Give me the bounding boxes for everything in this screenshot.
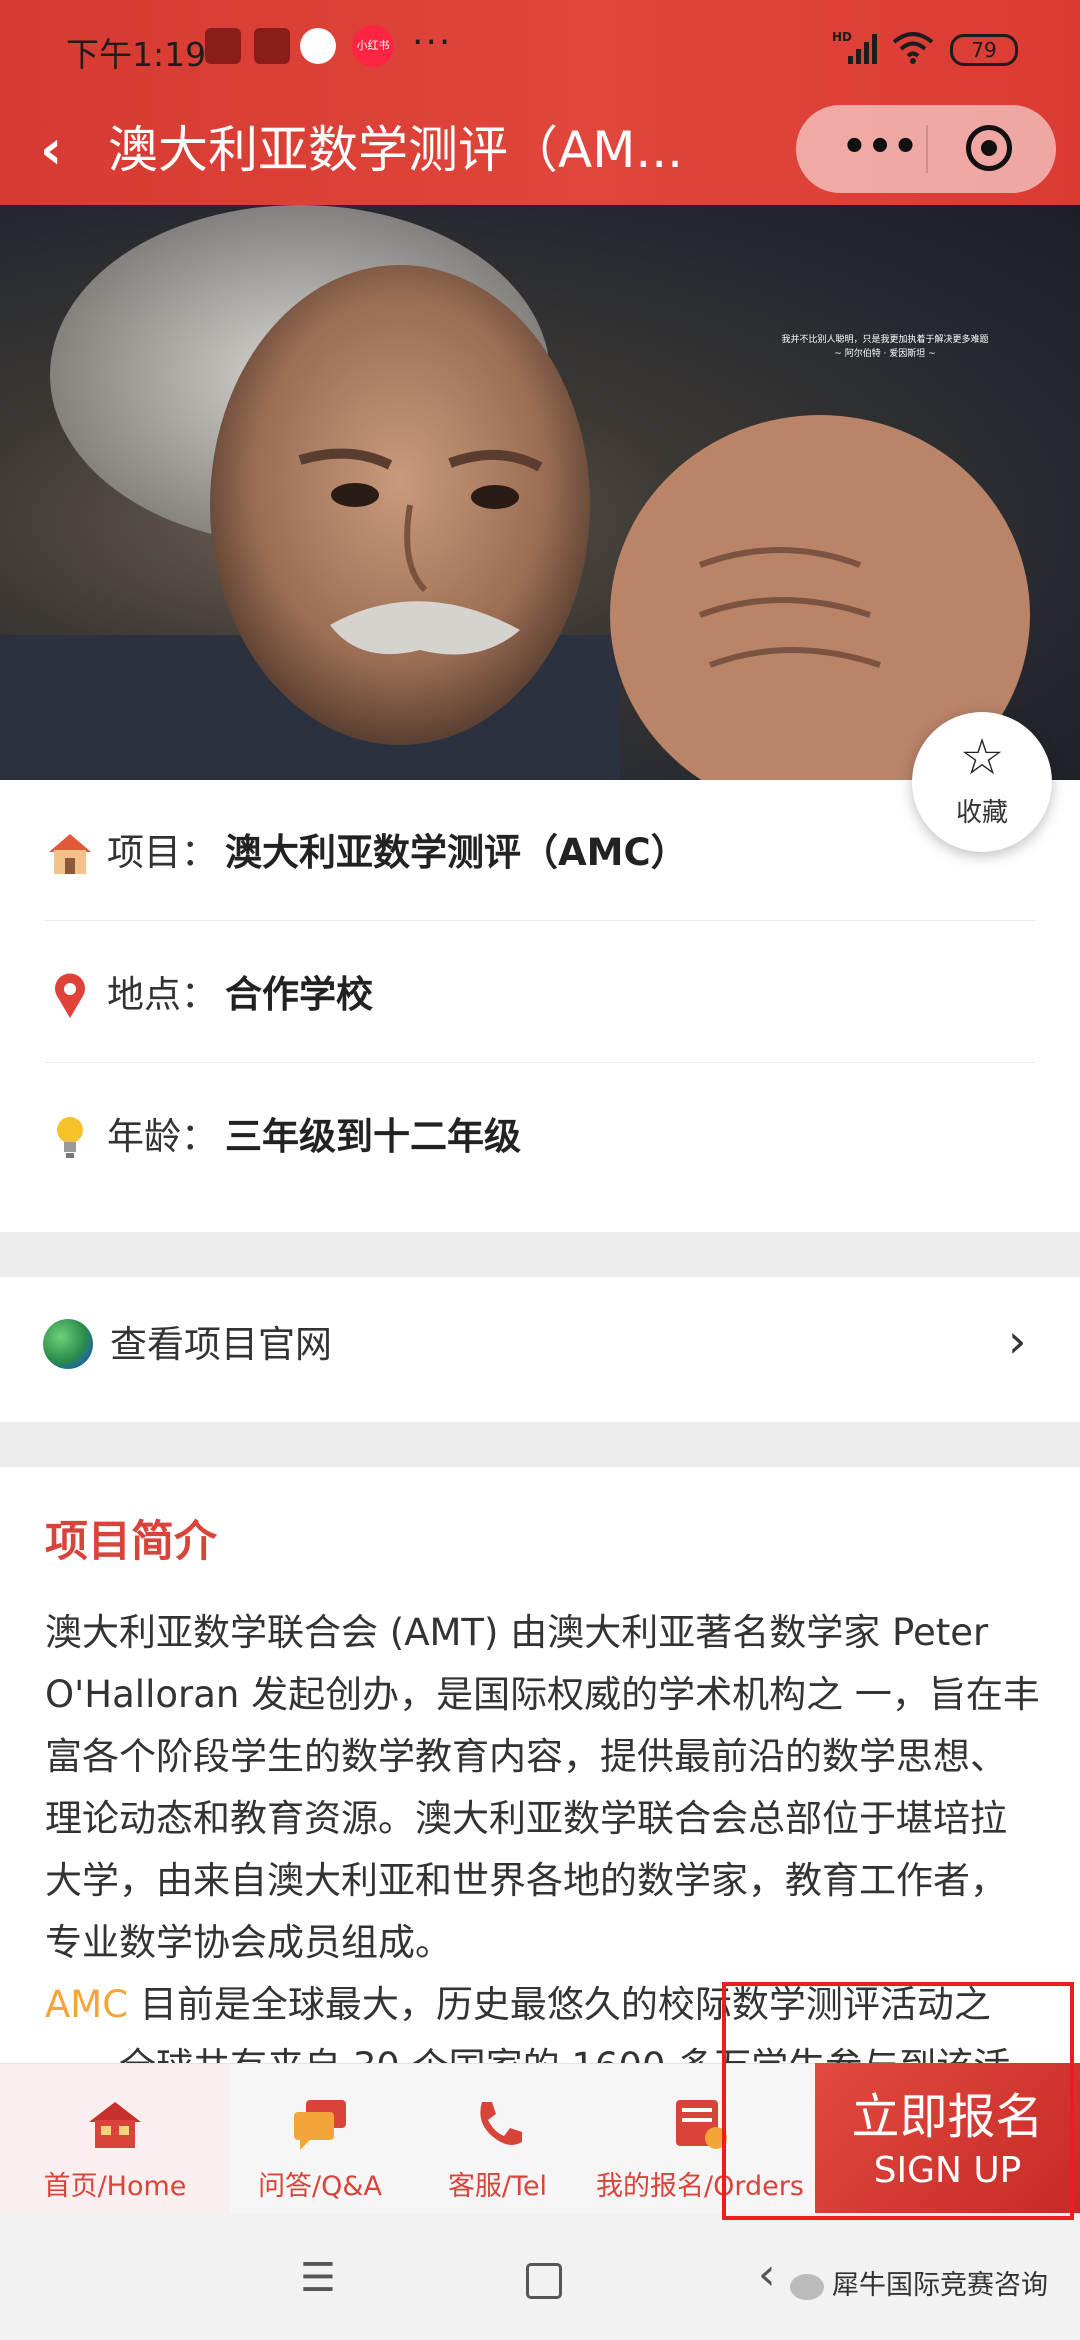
intro-paragraph: 澳大利亚数学联合会 (AMT) 由澳大利亚著名数学家 Peter O'Hallo… (45, 1611, 1040, 1964)
orders-icon (676, 2100, 727, 2149)
globe-icon (43, 1319, 93, 1369)
home-square-icon[interactable] (526, 2263, 562, 2299)
notification-app-icon (205, 28, 241, 64)
hero-banner-image: 我并不比别人聪明，只是我更加执着于解决更多难题 ~ 阿尔伯特 · 爱因斯坦 ~ (0, 205, 1080, 780)
chevron-right-icon: › (1008, 1314, 1027, 1368)
signal-icon (848, 34, 877, 64)
watermark: 犀牛国际竞赛咨询 (790, 2263, 1048, 2302)
project-row: 项目： 澳大利亚数学测评（AMC） (45, 780, 1035, 921)
project-info-card: 项目： 澳大利亚数学测评（AMC） 地点： 合作学校 年龄： 三年级到十二年级 (0, 780, 1080, 1232)
status-more-icon: ··· (412, 22, 453, 63)
system-back-icon[interactable]: ‹ (758, 2249, 776, 2300)
einstein-portrait-illustration (0, 205, 1030, 780)
hero-quote-line: 我并不比别人聪明，只是我更加执着于解决更多难题 (781, 335, 989, 345)
notification-app-icon (254, 28, 290, 64)
back-icon[interactable]: ‹ (40, 120, 62, 180)
tab-qa[interactable]: 问答/Q&A (230, 2064, 410, 2214)
system-navigation-bar: ☰ ‹ 犀牛国际竞赛咨询 (0, 2213, 1080, 2340)
xiaohongshu-app-icon: 小红书 (352, 25, 394, 67)
location-pin-icon (55, 973, 85, 1018)
house-icon (49, 834, 91, 874)
hero-quote: 我并不比别人聪明，只是我更加执着于解决更多难题 ~ 阿尔伯特 · 爱因斯坦 ~ (760, 333, 1010, 361)
location-label: 地点： (107, 973, 218, 1016)
location-row: 地点： 合作学校 (45, 922, 1035, 1063)
nav-bar: ‹ 澳大利亚数学测评（AM... ••• (0, 100, 1080, 200)
official-website-link[interactable]: 查看项目官网 › (0, 1277, 1080, 1422)
status-time: 下午1:19 (66, 35, 207, 74)
battery-indicator: 79 (950, 34, 1018, 66)
project-label: 项目： (107, 831, 218, 874)
hero-quote-author: ~ 阿尔伯特 · 爱因斯坦 ~ (834, 349, 936, 359)
favorite-label: 收藏 (955, 798, 1008, 828)
lightbulb-icon (57, 1117, 83, 1158)
highlight-annotation-box (722, 1982, 1074, 2220)
age-row: 年龄： 三年级到十二年级 (45, 1064, 1035, 1204)
tab-tel[interactable]: 客服/Tel (410, 2064, 585, 2214)
age-value: 三年级到十二年级 (225, 1115, 521, 1158)
close-miniprogram-button[interactable] (966, 125, 1012, 171)
age-label: 年龄： (107, 1115, 218, 1158)
chat-bubbles-icon (294, 2100, 346, 2150)
capsule-divider (926, 125, 928, 173)
amc-highlight: AMC (45, 1983, 129, 2026)
project-intro-section: 项目简介 澳大利亚数学联合会 (AMT) 由澳大利亚著名数学家 Peter O'… (0, 1467, 1080, 2067)
house-icon (89, 2102, 141, 2148)
reddit-app-icon (300, 28, 336, 64)
phone-icon (480, 2102, 522, 2145)
miniprogram-capsule: ••• (796, 105, 1056, 193)
more-options-button[interactable]: ••• (830, 119, 930, 175)
star-outline-icon: ☆ (959, 728, 1005, 786)
status-bar: 下午1:19 小红书 ··· HD 79 (0, 0, 1080, 95)
favorite-button[interactable]: ☆ 收藏 (912, 712, 1052, 852)
tab-qa-label: 问答/Q&A (258, 2171, 382, 2202)
header: 下午1:19 小红书 ··· HD 79 ‹ 澳大利亚数学测评（AM... ••… (0, 0, 1080, 205)
watermark-text: 犀牛国际竞赛咨询 (832, 2270, 1048, 2301)
menu-icon[interactable]: ☰ (300, 2255, 336, 2301)
tab-home-label: 首页/Home (43, 2171, 187, 2202)
project-value: 澳大利亚数学测评（AMC） (225, 831, 688, 874)
wechat-icon (790, 2273, 824, 2300)
page-title: 澳大利亚数学测评（AM... (108, 121, 684, 179)
location-value: 合作学校 (225, 973, 373, 1016)
tab-home[interactable]: 首页/Home (0, 2064, 230, 2214)
official-website-label: 查看项目官网 (110, 1323, 332, 1366)
tab-tel-label: 客服/Tel (447, 2171, 548, 2202)
intro-heading: 项目简介 (45, 1517, 217, 1567)
wifi-icon (892, 32, 934, 64)
